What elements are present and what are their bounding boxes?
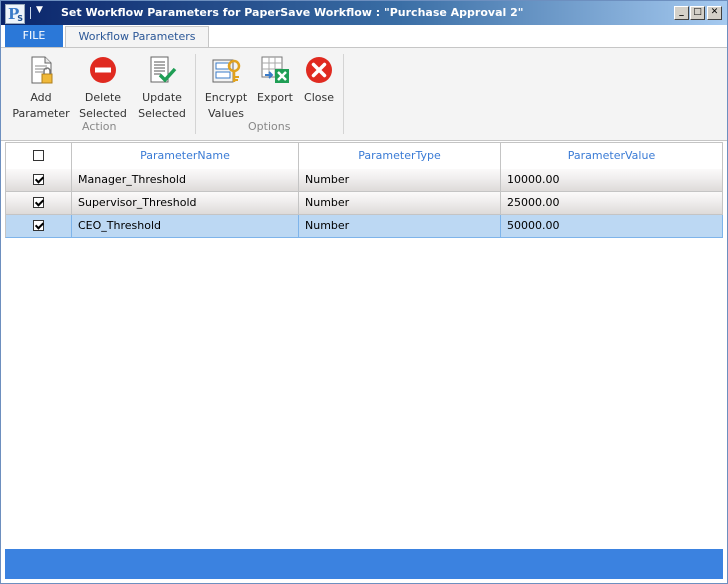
- add-parameter-button[interactable]: Add Parameter: [10, 54, 72, 122]
- action-group-label: Action: [82, 120, 117, 133]
- window-close-button[interactable]: ✕: [707, 6, 722, 20]
- status-bar: [5, 549, 723, 579]
- row-select-cell[interactable]: [5, 169, 72, 192]
- parameter-name-cell[interactable]: CEO_Threshold: [72, 215, 299, 238]
- add-parameter-label-2: Parameter: [12, 107, 70, 120]
- delete-selected-label-1: Delete: [84, 91, 122, 104]
- table-row[interactable]: Supervisor_Threshold Number 25000.00: [5, 192, 723, 215]
- column-header-parameter-name[interactable]: ParameterName: [72, 143, 299, 170]
- select-all-cell[interactable]: [5, 143, 72, 170]
- column-header-parameter-type[interactable]: ParameterType: [299, 143, 501, 170]
- tab-workflow-parameters[interactable]: Workflow Parameters: [65, 26, 209, 47]
- select-all-checkbox[interactable]: [33, 149, 44, 161]
- update-icon: [150, 56, 177, 83]
- row-select-cell[interactable]: [5, 192, 72, 215]
- update-selected-label-1: Update: [142, 91, 182, 104]
- delete-selected-label-2: Selected: [79, 107, 127, 120]
- close-icon: [306, 57, 332, 83]
- parameter-value-cell[interactable]: 10000.00: [501, 169, 723, 192]
- close-label: Close: [304, 91, 334, 104]
- papersave-app-icon[interactable]: P S: [5, 4, 25, 24]
- parameter-name-cell[interactable]: Manager_Threshold: [72, 169, 299, 192]
- parameter-name-cell[interactable]: Supervisor_Threshold: [72, 192, 299, 215]
- row-select-cell[interactable]: [5, 215, 72, 238]
- parameter-value-cell[interactable]: 25000.00: [501, 192, 723, 215]
- export-button[interactable]: Export: [253, 54, 297, 106]
- ribbon-group-separator-end: [343, 54, 344, 134]
- encrypt-icon: [212, 59, 241, 83]
- table-row-selected[interactable]: CEO_Threshold Number 50000.00: [5, 215, 723, 238]
- update-selected-button[interactable]: Update Selected: [134, 54, 190, 122]
- parameter-type-cell[interactable]: Number: [299, 215, 501, 238]
- export-label: Export: [256, 91, 293, 104]
- ribbon-group-separator: [195, 54, 196, 134]
- parameter-type-cell[interactable]: Number: [299, 192, 501, 215]
- title-bar[interactable]: P S ▼ Set Workflow Parameters for PaperS…: [1, 1, 727, 25]
- encrypt-values-label-1: Encrypt: [204, 91, 248, 104]
- quick-access-dropdown-icon[interactable]: ▼: [36, 5, 43, 15]
- table-row[interactable]: Manager_Threshold Number 10000.00: [5, 169, 723, 192]
- encrypt-values-button[interactable]: Encrypt Values: [202, 54, 250, 122]
- delete-selected-button[interactable]: Delete Selected: [75, 54, 131, 122]
- export-excel-icon: [261, 56, 289, 83]
- add-parameter-label-1: Add: [30, 91, 52, 104]
- parameter-value-cell[interactable]: 50000.00: [501, 215, 723, 238]
- options-group-label: Options: [248, 120, 291, 133]
- column-header-parameter-value[interactable]: ParameterValue: [501, 143, 723, 170]
- window-title: Set Workflow Parameters for PaperSave Wo…: [61, 6, 524, 19]
- close-button[interactable]: Close: [300, 54, 338, 106]
- title-separator: [30, 7, 31, 19]
- minimize-button[interactable]: _: [674, 6, 689, 20]
- row-checkbox[interactable]: [33, 219, 44, 231]
- row-checkbox[interactable]: [33, 173, 44, 185]
- row-checkbox[interactable]: [33, 196, 44, 208]
- ribbon-tab-row: FILE Workflow Parameters: [1, 25, 727, 48]
- encrypt-values-label-2: Values: [208, 107, 244, 120]
- parameter-type-cell[interactable]: Number: [299, 169, 501, 192]
- tab-file[interactable]: FILE: [5, 25, 63, 47]
- update-selected-label-2: Selected: [138, 107, 186, 120]
- add-parameter-icon: [31, 56, 53, 84]
- maximize-button[interactable]: □: [690, 6, 705, 20]
- app-window: P S ▼ Set Workflow Parameters for PaperS…: [0, 0, 728, 584]
- delete-icon: [90, 57, 116, 83]
- grid-header-row: ParameterName ParameterType ParameterVal…: [5, 142, 723, 170]
- ribbon: Add Parameter Delete Selected Update Sel…: [1, 48, 727, 141]
